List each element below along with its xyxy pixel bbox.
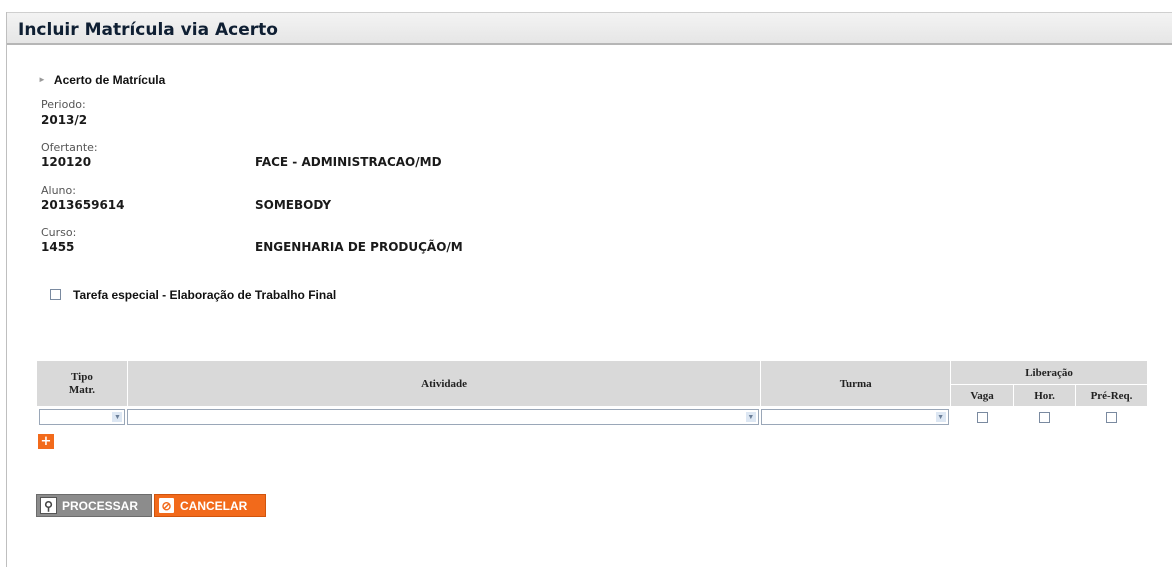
- header-atividade: Atividade: [126, 360, 762, 407]
- header-prereq: Pré-Req.: [1075, 384, 1148, 407]
- curso-name: ENGENHARIA DE PRODUÇÃO/M: [255, 240, 463, 254]
- triangle-right-icon: ►: [38, 75, 46, 84]
- special-task-label: Tarefa especial - Elaboração de Trabalho…: [73, 288, 337, 302]
- add-row-button[interactable]: +: [38, 434, 54, 449]
- header-vaga: Vaga: [950, 384, 1015, 407]
- periodo-label: Periodo:: [41, 98, 86, 111]
- aluno-label: Aluno:: [41, 184, 76, 197]
- atividade-select[interactable]: ▼: [127, 409, 759, 425]
- special-task-row: Tarefa especial - Elaboração de Trabalho…: [50, 288, 336, 302]
- processar-label: PROCESSAR: [62, 498, 139, 513]
- header-tipo-matr: Tipo Matr.: [36, 360, 128, 407]
- hor-checkbox[interactable]: [1039, 412, 1051, 423]
- aluno-name: SOMEBODY: [255, 198, 332, 212]
- page-title: Incluir Matrícula via Acerto: [18, 20, 278, 40]
- header-tipo-line1: Tipo: [71, 370, 93, 383]
- enrollment-table: Tipo Matr. Atividade Turma Liberação Vag…: [36, 360, 1148, 429]
- special-task-checkbox[interactable]: [50, 289, 61, 300]
- section-title: Acerto de Matrícula: [53, 73, 166, 87]
- title-bar: Incluir Matrícula via Acerto: [7, 12, 1172, 45]
- search-key-icon: ⚲: [40, 497, 57, 514]
- periodo-value: 2013/2: [41, 113, 88, 127]
- header-hor: Hor.: [1013, 384, 1077, 407]
- cancelar-button[interactable]: ⊘ CANCELAR: [154, 494, 266, 517]
- curso-code: 1455: [41, 240, 75, 254]
- ofertante-label: Ofertante:: [41, 141, 98, 154]
- vaga-checkbox[interactable]: [976, 412, 988, 423]
- chevron-down-icon: ▼: [935, 412, 946, 422]
- table-row: ▼ ▼ ▼: [37, 407, 1148, 430]
- cancelar-label: CANCELAR: [180, 498, 248, 513]
- chevron-down-icon: ▼: [745, 412, 756, 422]
- curso-label: Curso:: [41, 226, 77, 239]
- ofertante-code: 120120: [41, 155, 92, 169]
- turma-select[interactable]: ▼: [760, 409, 949, 425]
- chevron-down-icon: ▼: [112, 412, 123, 422]
- section-header: ► Acerto de Matrícula: [38, 73, 165, 87]
- aluno-code: 2013659614: [41, 198, 125, 212]
- header-tipo-line2: Matr.: [68, 383, 96, 396]
- header-turma: Turma: [760, 360, 952, 407]
- header-liberacao: Liberação: [950, 360, 1148, 385]
- prohibited-icon: ⊘: [158, 497, 175, 514]
- processar-button[interactable]: ⚲ PROCESSAR: [36, 494, 152, 517]
- ofertante-name: FACE - ADMINISTRACAO/MD: [255, 155, 442, 169]
- tipo-matr-select[interactable]: ▼: [38, 409, 126, 425]
- prereq-checkbox[interactable]: [1106, 412, 1117, 423]
